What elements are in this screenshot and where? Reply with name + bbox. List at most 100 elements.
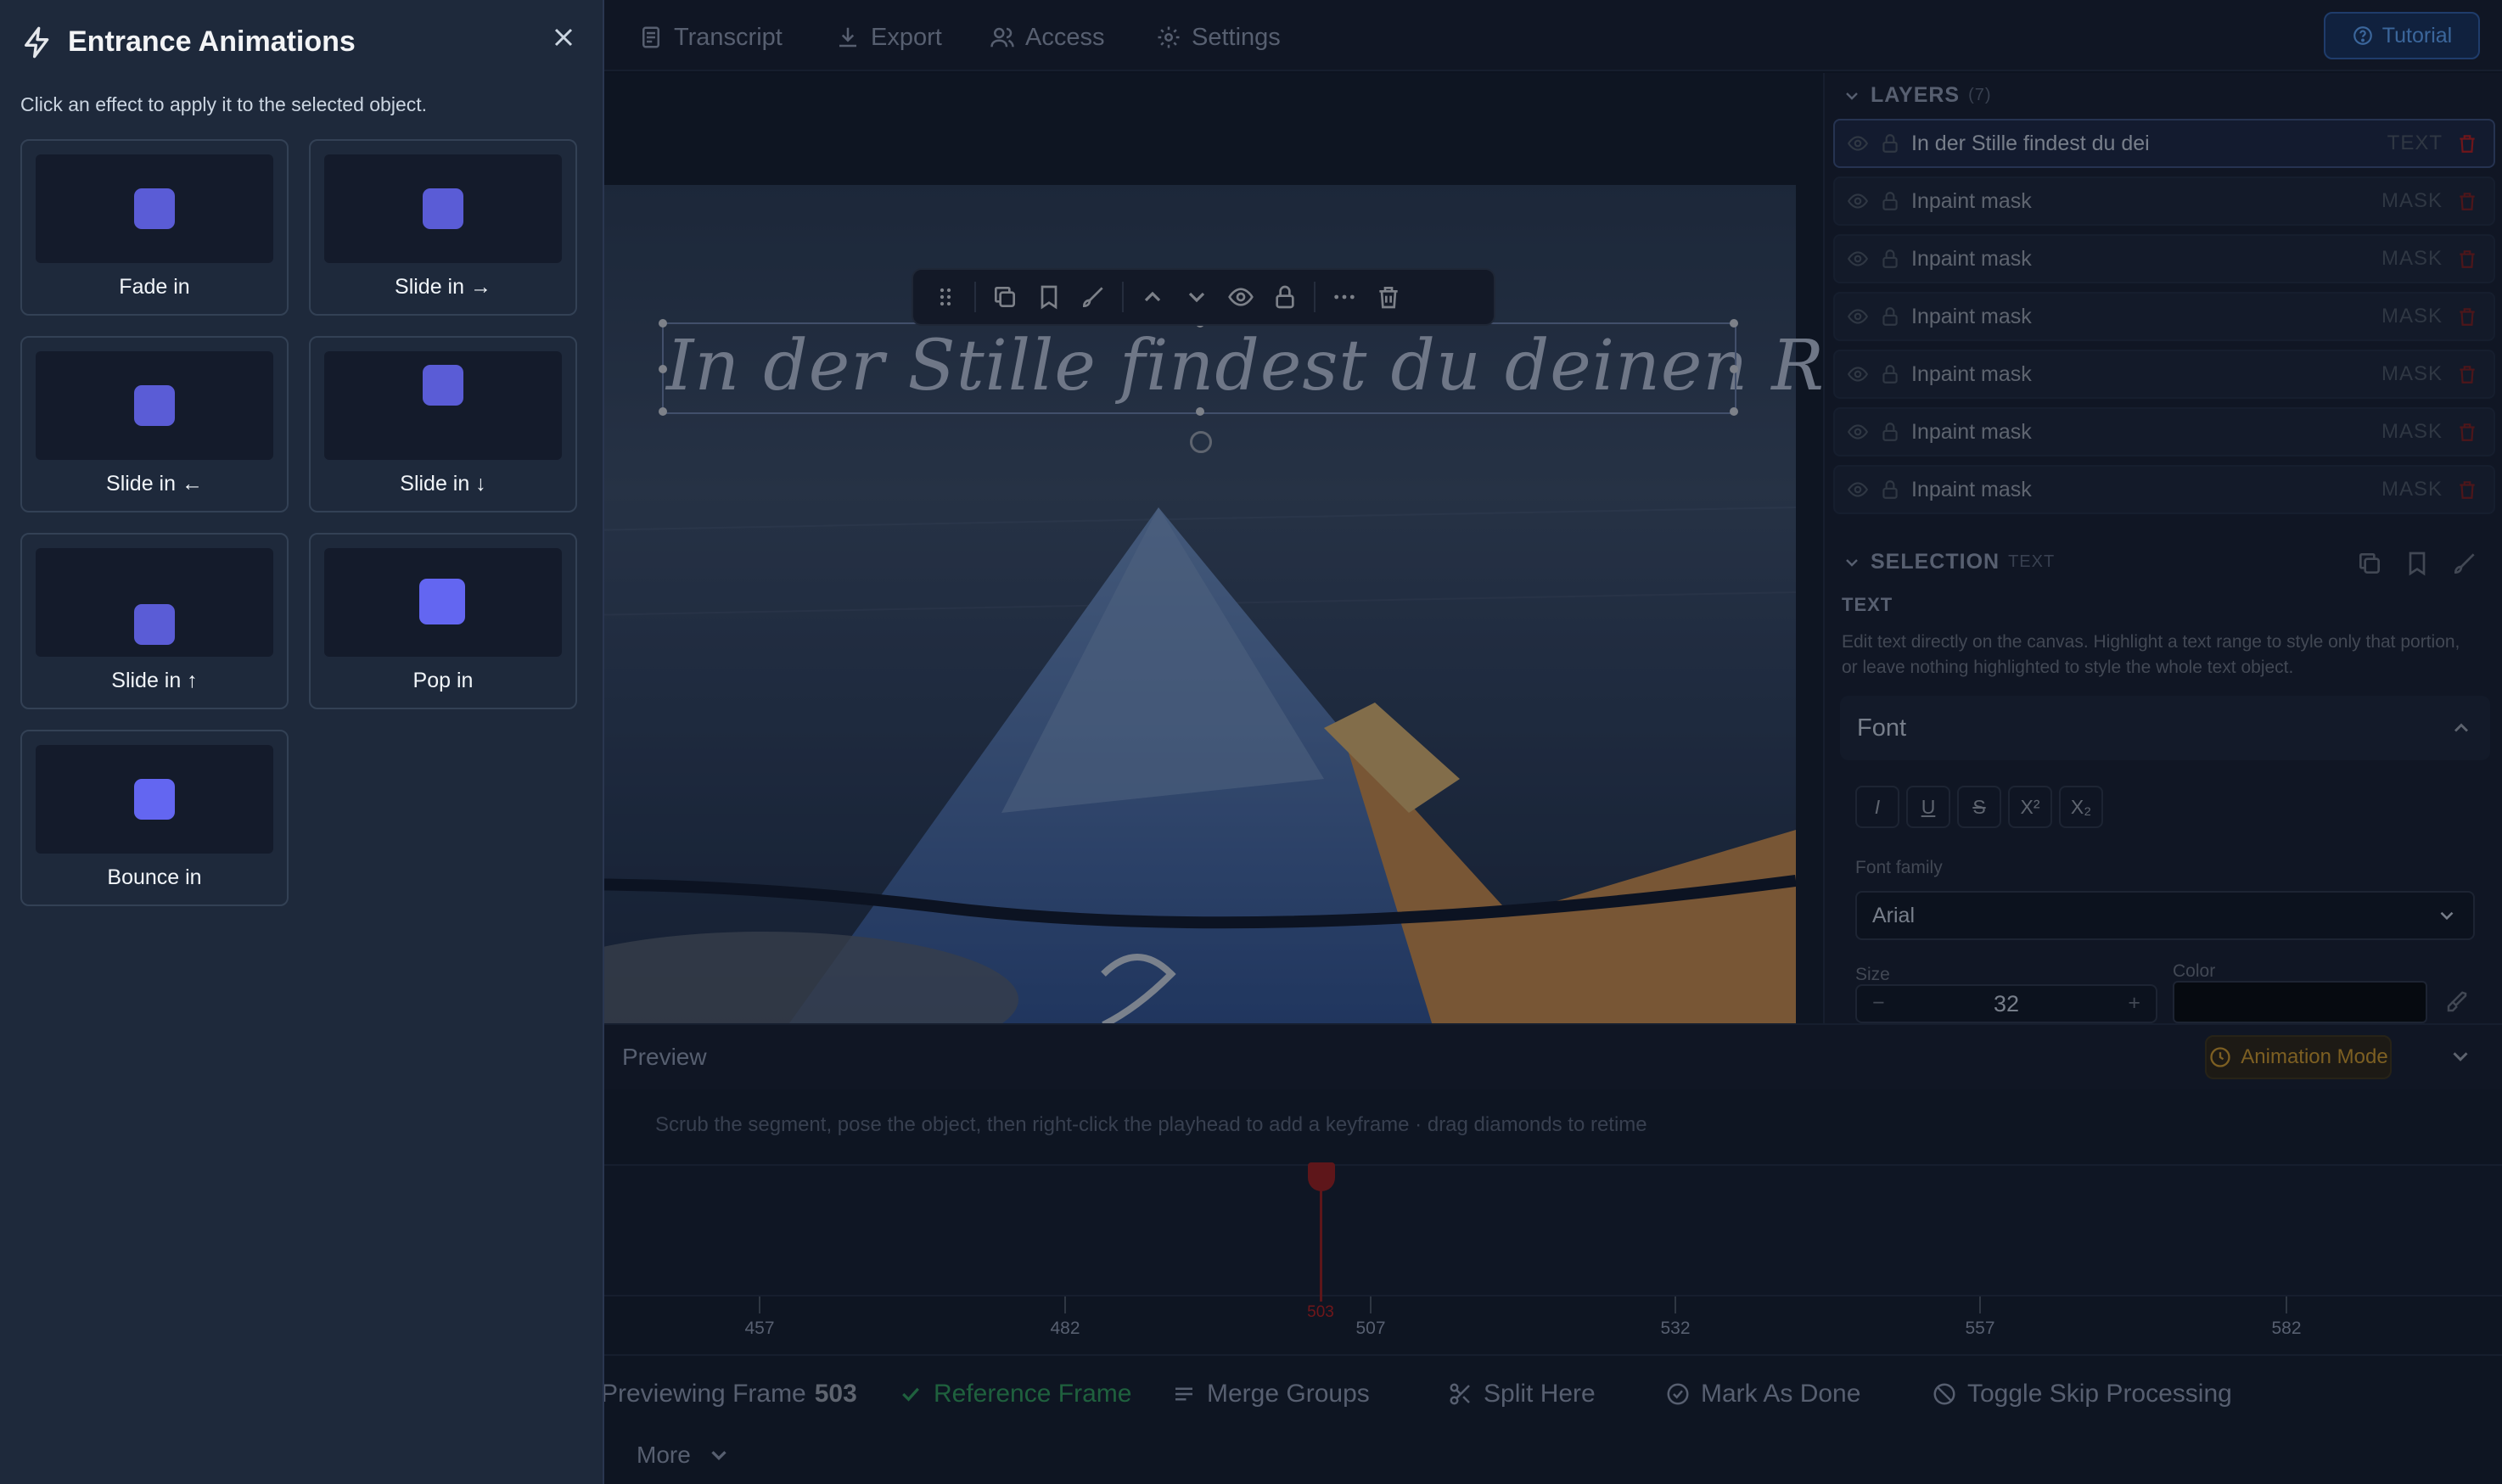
trash-icon[interactable]	[2456, 305, 2478, 328]
tab-transcript[interactable]: Transcript	[638, 19, 783, 56]
subscript-button[interactable]: X₂	[2059, 786, 2103, 828]
chevron-down-icon[interactable]	[2448, 1044, 2473, 1069]
resize-handle[interactable]	[1730, 407, 1738, 416]
resize-handle[interactable]	[659, 365, 667, 373]
resize-handle[interactable]	[1730, 365, 1738, 373]
delete-icon[interactable]	[1366, 275, 1411, 319]
tutorial-button[interactable]: Tutorial	[2324, 12, 2480, 59]
trash-icon[interactable]	[2456, 248, 2478, 270]
trash-icon[interactable]	[2456, 421, 2478, 443]
eye-icon[interactable]	[1847, 421, 1869, 443]
lock-icon[interactable]	[1879, 132, 1901, 154]
lock-icon[interactable]	[1879, 479, 1901, 501]
color-swatch[interactable]	[2173, 981, 2427, 1023]
resize-handle[interactable]	[659, 407, 667, 416]
brush-icon[interactable]	[1071, 275, 1115, 319]
layer-name: Inpaint mask	[1911, 419, 2032, 444]
size-increment-button[interactable]: +	[2128, 991, 2140, 1016]
eye-icon[interactable]	[1847, 248, 1869, 270]
trash-icon[interactable]	[2456, 479, 2478, 501]
lock-icon[interactable]	[1879, 305, 1901, 328]
mark-as-done-button[interactable]: Mark As Done	[1665, 1373, 1860, 1415]
bring-forward-icon[interactable]	[1130, 275, 1175, 319]
more-button[interactable]: More	[637, 1434, 742, 1476]
duplicate-icon[interactable]	[2356, 550, 2383, 577]
lock-icon[interactable]	[1879, 248, 1901, 270]
toggle-skip-processing-button[interactable]: Toggle Skip Processing	[1932, 1373, 2232, 1415]
layer-item[interactable]: Inpaint mask MASK	[1833, 350, 2495, 399]
bookmark-icon[interactable]	[2404, 550, 2431, 577]
selection-header[interactable]: SELECTION TEXT	[1842, 550, 2055, 574]
eye-icon[interactable]	[1847, 479, 1869, 501]
drag-handle-icon[interactable]	[923, 275, 968, 319]
playhead-handle[interactable]	[1308, 1162, 1335, 1191]
size-stepper[interactable]: − 32 +	[1855, 984, 2157, 1023]
resize-handle[interactable]	[1730, 319, 1738, 328]
tab-export[interactable]: Export	[835, 19, 942, 56]
effect-slide-in-left[interactable]: Slide in ←	[20, 336, 289, 512]
size-value[interactable]: 32	[1857, 991, 2156, 1017]
effect-fade-in[interactable]: Fade in	[20, 139, 289, 316]
effect-slide-in-right[interactable]: Slide in →	[309, 139, 577, 316]
eye-icon[interactable]	[1219, 275, 1263, 319]
superscript-button[interactable]: X²	[2008, 786, 2052, 828]
eye-icon[interactable]	[1847, 190, 1869, 212]
split-here-button[interactable]: Split Here	[1448, 1373, 1596, 1415]
tick-label: 482	[1050, 1319, 1080, 1338]
trash-icon[interactable]	[2456, 363, 2478, 385]
timeline-hint: Scrub the segment, pose the object, then…	[655, 1113, 1647, 1136]
layer-item[interactable]: Inpaint mask MASK	[1833, 176, 2495, 226]
layers-title: LAYERS	[1871, 83, 1961, 107]
eye-icon[interactable]	[1847, 132, 1869, 154]
close-icon[interactable]	[548, 22, 579, 53]
lock-icon[interactable]	[1879, 421, 1901, 443]
tab-settings[interactable]: Settings	[1156, 19, 1281, 56]
preview-square-icon	[419, 579, 465, 624]
italic-button[interactable]: I	[1855, 786, 1899, 828]
effect-pop-in[interactable]: Pop in	[309, 533, 577, 709]
send-backward-icon[interactable]	[1175, 275, 1219, 319]
eye-icon[interactable]	[1847, 363, 1869, 385]
resize-handle[interactable]	[659, 319, 667, 328]
layer-name: Inpaint mask	[1911, 304, 2032, 328]
check-circle-icon	[1667, 1383, 1689, 1405]
playhead-frame-label: 503	[1307, 1303, 1334, 1321]
lock-icon[interactable]	[1263, 275, 1307, 319]
strikethrough-button[interactable]: S	[1957, 786, 2001, 828]
underline-button[interactable]: U	[1906, 786, 1950, 828]
trash-icon[interactable]	[2456, 132, 2478, 154]
merge-groups-button[interactable]: Merge Groups	[1171, 1373, 1370, 1415]
lock-icon[interactable]	[1879, 190, 1901, 212]
lock-icon[interactable]	[1879, 363, 1901, 385]
selection-box[interactable]	[659, 319, 1738, 416]
animation-mode-button[interactable]: Animation Mode	[2205, 1035, 2392, 1079]
layer-item[interactable]: Inpaint mask MASK	[1833, 234, 2495, 283]
layer-item[interactable]: Inpaint mask MASK	[1833, 292, 2495, 341]
ban-icon	[1933, 1383, 1955, 1405]
duplicate-icon[interactable]	[983, 275, 1027, 319]
resize-handle[interactable]	[1196, 407, 1204, 416]
effect-preview	[36, 351, 273, 460]
layer-type: MASK	[2381, 362, 2443, 385]
mark-as-done-label: Mark As Done	[1701, 1380, 1861, 1408]
effect-bounce-in[interactable]: Bounce in	[20, 730, 289, 906]
eye-icon[interactable]	[1847, 305, 1869, 328]
brush-icon[interactable]	[2451, 550, 2478, 577]
layer-item[interactable]: Inpaint mask MASK	[1833, 465, 2495, 514]
layer-item[interactable]: Inpaint mask MASK	[1833, 407, 2495, 456]
font-section-header[interactable]: Font	[1840, 696, 2490, 760]
bookmark-icon[interactable]	[1027, 275, 1071, 319]
layers-header[interactable]: LAYERS (7)	[1842, 83, 1992, 108]
reference-frame-button[interactable]: Reference Frame	[898, 1373, 1131, 1415]
font-family-select[interactable]: Arial	[1855, 891, 2475, 940]
effect-slide-in-up[interactable]: Slide in ↑	[20, 533, 289, 709]
preview-square-icon	[134, 604, 175, 645]
more-options-icon[interactable]	[1322, 275, 1366, 319]
trash-icon[interactable]	[2456, 190, 2478, 212]
tab-access[interactable]: Access	[990, 19, 1104, 56]
eyedropper-icon[interactable]	[2444, 989, 2470, 1015]
layer-item[interactable]: In der Stille findest du dei TEXT	[1833, 119, 2495, 168]
effect-slide-in-down[interactable]: Slide in ↓	[309, 336, 577, 512]
rotate-handle-icon[interactable]	[1190, 431, 1212, 453]
tick-mark	[1064, 1296, 1066, 1313]
